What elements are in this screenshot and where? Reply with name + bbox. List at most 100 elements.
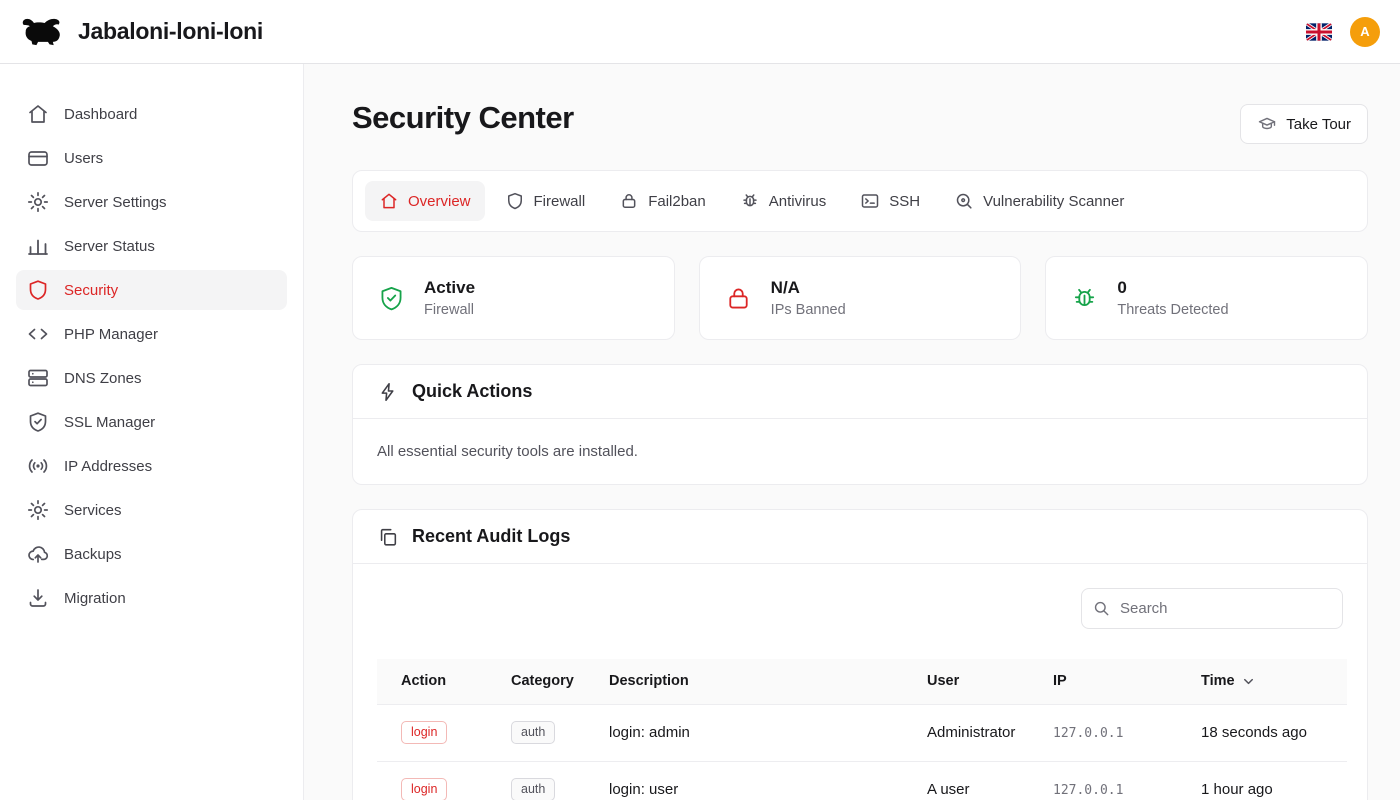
terminal-icon (860, 191, 880, 211)
audit-logs-table: Action Category Description User IP Time (377, 659, 1347, 800)
shield-icon (505, 191, 525, 211)
sidebar-item-label: DNS Zones (64, 370, 142, 387)
sidebar-item-label: Dashboard (64, 106, 137, 123)
stat-label: IPs Banned (771, 302, 846, 318)
language-flag-icon[interactable] (1306, 23, 1332, 41)
column-header-category[interactable]: Category (487, 659, 585, 704)
sidebar-item-migration[interactable]: Migration (16, 578, 287, 618)
stat-value: N/A (771, 278, 846, 298)
tab-overview[interactable]: Overview (365, 181, 485, 221)
sidebar-item-ip-addresses[interactable]: IP Addresses (16, 446, 287, 486)
column-header-action[interactable]: Action (377, 659, 487, 704)
description-cell: login: admin (585, 704, 903, 761)
shield-icon (26, 278, 50, 302)
sidebar-item-label: Backups (64, 546, 122, 563)
broadcast-icon (26, 454, 50, 478)
sidebar-item-users[interactable]: Users (16, 138, 287, 178)
section-title: Recent Audit Logs (412, 526, 570, 547)
search-input[interactable] (1081, 588, 1343, 629)
avatar[interactable]: A (1350, 17, 1380, 47)
audit-logs-header: Recent Audit Logs (353, 510, 1367, 563)
action-badge: login (401, 721, 447, 745)
sidebar-item-label: PHP Manager (64, 326, 158, 343)
tab-label: Antivirus (769, 193, 827, 210)
category-badge: auth (511, 721, 555, 745)
bar-chart-icon (26, 234, 50, 258)
shield-check-icon (26, 410, 50, 434)
column-header-description[interactable]: Description (585, 659, 903, 704)
column-header-time[interactable]: Time (1177, 659, 1347, 704)
brand: Jabaloni-loni-loni (20, 17, 263, 47)
sidebar-item-security[interactable]: Security (16, 270, 287, 310)
audit-logs-card: Recent Audit Logs Action Category (352, 509, 1368, 800)
ip-cell: 127.0.0.1 (1053, 783, 1123, 798)
gear-icon (26, 190, 50, 214)
sidebar-item-label: Migration (64, 590, 126, 607)
description-cell: login: user (585, 761, 903, 800)
layout: Dashboard Users Server Settings Server S… (0, 64, 1400, 800)
server-stack-icon (26, 366, 50, 390)
sidebar: Dashboard Users Server Settings Server S… (0, 64, 304, 800)
stat-card-threats: 0 Threats Detected (1045, 256, 1368, 340)
sidebar-item-server-settings[interactable]: Server Settings (16, 182, 287, 222)
stat-text: Active Firewall (424, 278, 475, 318)
quick-actions-header: Quick Actions (353, 365, 1367, 418)
take-tour-button[interactable]: Take Tour (1240, 104, 1368, 144)
tab-label: SSH (889, 193, 920, 210)
search-icon (1092, 599, 1111, 618)
copy-icon (377, 526, 399, 548)
time-cell: 1 hour ago (1177, 761, 1347, 800)
stat-value: 0 (1117, 278, 1228, 298)
stats-row: Active Firewall N/A IPs Banned 0 Threats… (352, 256, 1368, 340)
search-box (1081, 588, 1343, 629)
audit-logs-body: Action Category Description User IP Time (353, 564, 1367, 800)
tab-label: Fail2ban (648, 193, 706, 210)
bull-logo-icon (20, 17, 66, 47)
chevron-down-icon (1241, 674, 1256, 689)
sidebar-item-label: Users (64, 150, 103, 167)
sidebar-item-dashboard[interactable]: Dashboard (16, 94, 287, 134)
tab-vulnerability-scanner[interactable]: Vulnerability Scanner (940, 181, 1138, 221)
column-header-ip[interactable]: IP (1029, 659, 1177, 704)
sidebar-item-label: Server Status (64, 238, 155, 255)
user-cell: A user (903, 761, 1029, 800)
action-badge: login (401, 778, 447, 800)
sidebar-item-backups[interactable]: Backups (16, 534, 287, 574)
stat-value: Active (424, 278, 475, 298)
top-bar: Jabaloni-loni-loni A (0, 0, 1400, 64)
quick-actions-card: Quick Actions All essential security too… (352, 364, 1368, 485)
security-tabs: Overview Firewall Fail2ban Antivirus SSH… (352, 170, 1368, 232)
take-tour-label: Take Tour (1286, 116, 1351, 133)
code-icon (26, 322, 50, 346)
sidebar-item-ssl-manager[interactable]: SSL Manager (16, 402, 287, 442)
cloud-upload-icon (26, 542, 50, 566)
wallet-icon (26, 146, 50, 170)
sidebar-item-services[interactable]: Services (16, 490, 287, 530)
tab-antivirus[interactable]: Antivirus (726, 181, 841, 221)
sidebar-item-label: Security (64, 282, 118, 299)
search-row (377, 588, 1343, 629)
tab-fail2ban[interactable]: Fail2ban (605, 181, 720, 221)
bug-icon (1070, 284, 1099, 313)
column-header-user[interactable]: User (903, 659, 1029, 704)
ip-cell: 127.0.0.1 (1053, 726, 1123, 741)
bug-icon (740, 191, 760, 211)
table-row[interactable]: login auth login: user A user 127.0.0.1 … (377, 761, 1347, 800)
sidebar-item-server-status[interactable]: Server Status (16, 226, 287, 266)
stat-card-firewall: Active Firewall (352, 256, 675, 340)
page-title: Security Center (352, 100, 574, 136)
tab-label: Overview (408, 193, 471, 210)
column-label: Time (1201, 673, 1235, 689)
sidebar-item-dns-zones[interactable]: DNS Zones (16, 358, 287, 398)
tab-ssh[interactable]: SSH (846, 181, 934, 221)
category-badge: auth (511, 778, 555, 800)
gear-icon (26, 498, 50, 522)
table-row[interactable]: login auth login: admin Administrator 12… (377, 704, 1347, 761)
sidebar-item-php-manager[interactable]: PHP Manager (16, 314, 287, 354)
tab-firewall[interactable]: Firewall (491, 181, 600, 221)
shield-check-icon (377, 284, 406, 313)
stat-label: Firewall (424, 302, 475, 318)
sidebar-item-label: Server Settings (64, 194, 167, 211)
page-head: Security Center Take Tour (352, 100, 1368, 144)
time-cell: 18 seconds ago (1177, 704, 1347, 761)
